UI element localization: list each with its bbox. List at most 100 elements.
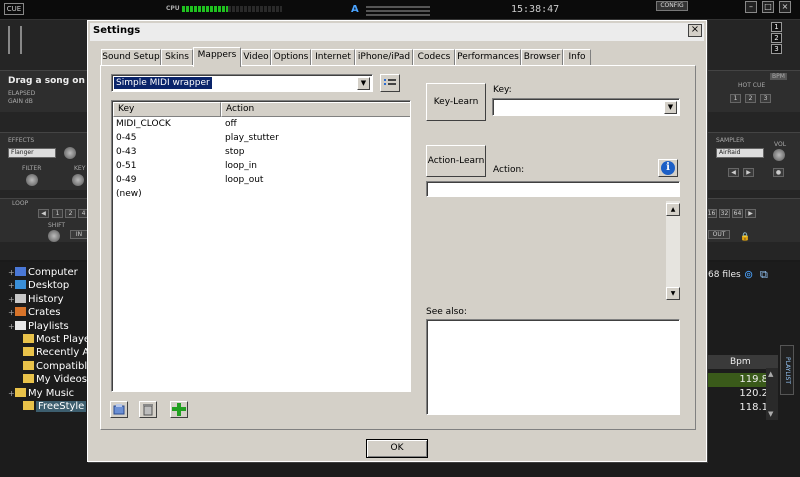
loop-1-button[interactable]: 1 (52, 209, 63, 218)
action-input[interactable] (426, 181, 680, 197)
tab-info[interactable]: Info (563, 49, 591, 66)
search-icon[interactable]: ⊚ (744, 268, 753, 281)
expand-icon[interactable]: + (8, 266, 15, 279)
maximize-icon[interactable]: □ (762, 1, 774, 13)
deck-2-button[interactable]: 2 (771, 33, 782, 43)
mixer-view-icon[interactable] (366, 4, 430, 16)
key-knob[interactable] (72, 174, 84, 186)
loop-16-button[interactable]: 16 (706, 209, 717, 218)
mapping-row-key[interactable]: MIDI_CLOCK (116, 118, 171, 131)
add-mapping-button[interactable] (170, 401, 188, 418)
mapper-select[interactable]: Simple MIDI wrapper ▼ (111, 74, 373, 92)
loop-forward-button[interactable]: ▶ (745, 209, 756, 218)
files-count: 68 files (708, 270, 741, 280)
mapping-row-action[interactable]: loop_in (225, 160, 257, 173)
mapping-row-key[interactable]: 0-49 (116, 174, 136, 187)
tab-video[interactable]: Video (241, 49, 271, 66)
loop-back-button[interactable]: ◀ (38, 209, 49, 218)
see-also-box[interactable] (426, 319, 680, 415)
mapping-list[interactable]: Key Action MIDI_CLOCK off 0-45 play_stutter… (111, 100, 411, 392)
chevron-down-icon[interactable]: ▼ (664, 101, 677, 114)
tab-options[interactable]: Options (271, 49, 311, 66)
loop-2-button[interactable]: 2 (65, 209, 76, 218)
browser-scrollbar[interactable]: ▲ ▼ (766, 368, 778, 420)
mapping-row-action[interactable]: stop (225, 146, 244, 159)
sampler-next-button[interactable]: ▶ (743, 168, 754, 177)
close-app-icon[interactable]: × (779, 1, 791, 13)
load-mapper-button[interactable] (110, 401, 128, 418)
tab-skins[interactable]: Skins (161, 49, 193, 66)
key-learn-button[interactable]: Key-Learn (426, 83, 486, 121)
sampler-select[interactable]: AirRaid (716, 148, 764, 158)
scroll-down-icon[interactable]: ▼ (666, 287, 680, 300)
tab-sound-setup[interactable]: Sound Setup (101, 49, 161, 66)
tab-iphone-ipad[interactable]: iPhone/iPad (355, 49, 413, 66)
shift-knob[interactable] (48, 230, 60, 242)
hot-cue-1-button[interactable]: 1 (730, 94, 741, 103)
chevron-down-icon[interactable]: ▼ (357, 77, 370, 90)
filter-knob[interactable] (26, 174, 38, 186)
tree-item-my-music[interactable]: + My Music (8, 387, 74, 400)
tree-item-computer[interactable]: + Computer (8, 266, 78, 279)
tab-browser[interactable]: Browser (521, 49, 563, 66)
sampler-volume-knob[interactable] (773, 149, 785, 161)
action-help-scrollbar[interactable]: ▲ ▼ (666, 201, 680, 300)
mapping-row-action[interactable]: off (225, 118, 237, 131)
key-select[interactable]: ▼ (492, 98, 680, 116)
column-header-action[interactable]: Action (221, 102, 410, 117)
mapper-options-button[interactable] (380, 74, 400, 92)
tree-item-label: Desktop (28, 280, 70, 292)
config-button[interactable]: CONFIG (656, 1, 688, 11)
tab-internet[interactable]: Internet (311, 49, 355, 66)
scroll-up-icon[interactable]: ▲ (768, 370, 773, 378)
see-also-label: See also: (426, 307, 467, 317)
tree-item-most-played[interactable]: Most Played (16, 333, 96, 346)
delete-mapping-button[interactable] (139, 401, 157, 418)
expand-icon[interactable]: + (8, 387, 15, 400)
effect-param-knob[interactable] (64, 147, 76, 159)
tree-item-freestyle[interactable]: FreeStyle (16, 400, 87, 413)
mapping-row-action[interactable]: loop_out (225, 174, 263, 187)
mapping-row-key[interactable]: 0-43 (116, 146, 136, 159)
minimize-icon[interactable]: – (745, 1, 757, 13)
tree-item-crates[interactable]: + Crates (8, 306, 61, 319)
playlist-side-tab[interactable]: PLAYLIST (780, 345, 794, 395)
tab-codecs[interactable]: Codecs (413, 49, 455, 66)
tree-item-playlists[interactable]: + Playlists (8, 320, 69, 333)
column-header-key[interactable]: Key (113, 102, 221, 117)
lock-icon[interactable]: 🔒 (740, 232, 750, 241)
network-icon[interactable]: ⧉ (760, 268, 768, 282)
effect-select[interactable]: Flanger (8, 148, 56, 158)
expand-icon[interactable]: + (8, 293, 15, 306)
action-learn-button[interactable]: Action-Learn (426, 145, 486, 177)
mapping-row-key[interactable]: 0-51 (116, 160, 136, 173)
loop-64-button[interactable]: 64 (732, 209, 743, 218)
loop-32-button[interactable]: 32 (719, 209, 730, 218)
sampler-rec-button[interactable]: ● (773, 168, 784, 177)
tree-item-history[interactable]: + History (8, 293, 64, 306)
tab-performances[interactable]: Performances (455, 49, 521, 66)
expand-icon[interactable]: + (8, 306, 15, 319)
mapping-row-key[interactable]: (new) (116, 188, 142, 201)
loop-in-button[interactable]: IN (70, 230, 88, 239)
scroll-up-icon[interactable]: ▲ (666, 203, 680, 216)
deck-3-button[interactable]: 3 (771, 44, 782, 54)
hot-cue-2-button[interactable]: 2 (745, 94, 756, 103)
action-info-button[interactable]: i (658, 159, 678, 177)
expand-icon[interactable]: + (8, 320, 15, 333)
expand-icon[interactable]: + (8, 279, 15, 292)
tab-mappers[interactable]: Mappers (193, 47, 241, 67)
dialog-titlebar[interactable]: Settings × (90, 23, 704, 41)
tree-item-my-videos[interactable]: My Videos (16, 373, 87, 386)
scroll-down-icon[interactable]: ▼ (768, 410, 773, 418)
ok-button[interactable]: OK (366, 439, 428, 458)
sampler-prev-button[interactable]: ◀ (728, 168, 739, 177)
hot-cue-3-button[interactable]: 3 (760, 94, 771, 103)
loop-out-button[interactable]: OUT (708, 230, 730, 239)
bpm-column-header[interactable]: Bpm (706, 355, 778, 369)
mapping-row-key[interactable]: 0-45 (116, 132, 136, 145)
dialog-close-button[interactable]: × (688, 24, 702, 37)
tree-item-desktop[interactable]: + Desktop (8, 279, 69, 292)
deck-1-button[interactable]: 1 (771, 22, 782, 32)
mapping-row-action[interactable]: play_stutter (225, 132, 279, 145)
